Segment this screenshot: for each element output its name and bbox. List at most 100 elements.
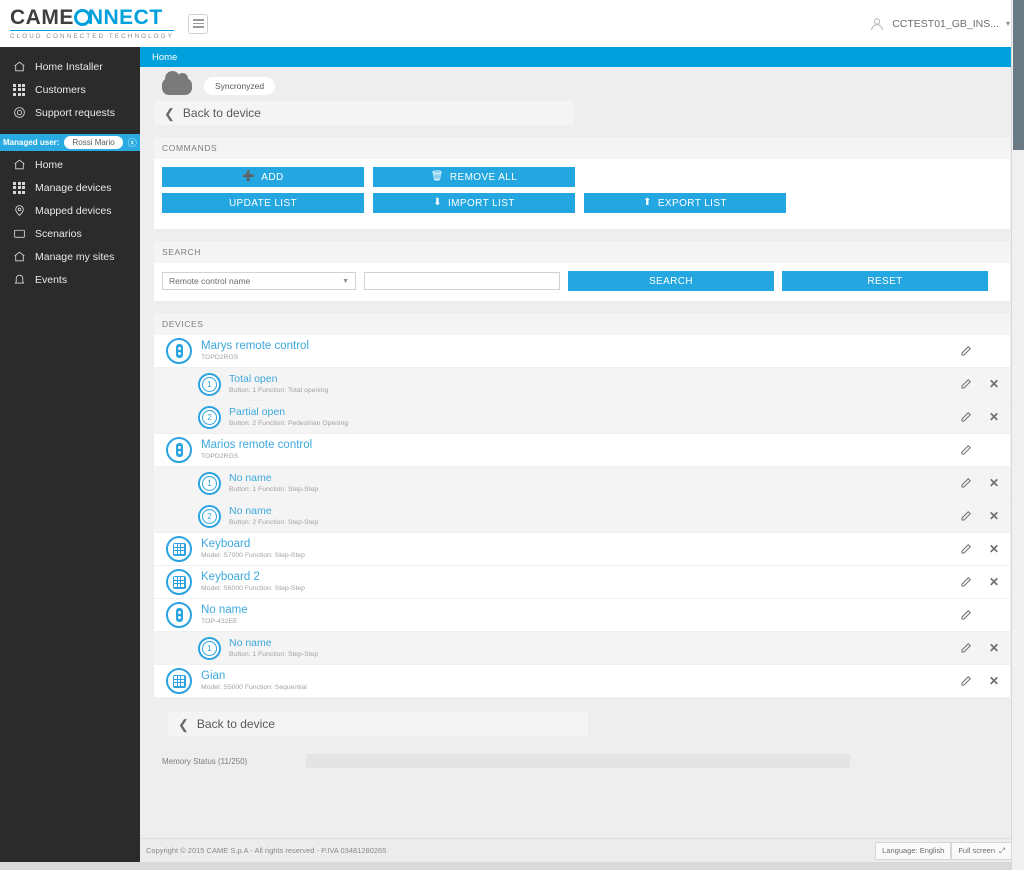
pencil-icon[interactable]	[960, 345, 972, 357]
pencil-icon[interactable]	[960, 642, 972, 654]
device-row[interactable]: Gian Model: S5000 Function: Sequential ✕	[154, 665, 1010, 698]
body-row: Home Installer Customers Support request…	[0, 47, 1024, 862]
device-row[interactable]: Keyboard Model: S7000 Function: Step-Step…	[154, 533, 1010, 566]
sidebar-item-manage-devices[interactable]: Manage devices	[0, 176, 140, 199]
device-name[interactable]: Gian	[201, 669, 307, 683]
remove-all-button[interactable]: 🗑 REMOVE ALL	[373, 167, 575, 187]
search-panel-title: SEARCH	[154, 241, 1010, 263]
device-actions: ✕	[960, 576, 1000, 588]
brand-logo[interactable]: CAME NNECT CLOUD CONNECTED TECHNOLOGY	[0, 7, 174, 40]
status-badge: Syncronyzed	[204, 77, 276, 95]
device-name[interactable]: Keyboard	[201, 537, 305, 551]
close-x-icon[interactable]: ✕	[988, 576, 1000, 588]
add-button[interactable]: ➕ ADD	[162, 167, 364, 187]
device-row[interactable]: Marios remote control TOPD2RGS	[154, 434, 1010, 467]
export-list-button[interactable]: ⬆ EXPORT LIST	[584, 193, 786, 213]
device-child-row[interactable]: 1 No name Button: 1 Function: Step-Step ✕	[154, 632, 1010, 665]
device-child-row[interactable]: 2 Partial open Button: 2 Function: Pedestr…	[154, 401, 1010, 434]
remove-all-button-label: REMOVE ALL	[449, 171, 518, 183]
sidebar-item-home-installer[interactable]: Home Installer	[0, 55, 140, 78]
language-button[interactable]: Language: English	[875, 841, 952, 860]
device-actions: ✕	[960, 543, 1000, 555]
back-to-device-button-top[interactable]: ❮ Back to device	[154, 101, 574, 125]
device-name[interactable]: No name	[229, 504, 318, 518]
pencil-icon[interactable]	[960, 609, 972, 621]
pencil-icon[interactable]	[960, 378, 972, 390]
search-input[interactable]	[364, 272, 560, 290]
device-name[interactable]: Marys remote control	[201, 339, 309, 353]
close-x-icon[interactable]: ✕	[988, 642, 1000, 654]
device-row[interactable]: Marys remote control TOPD2RGS	[154, 335, 1010, 368]
bell-icon	[12, 273, 26, 287]
device-name[interactable]: Marios remote control	[201, 438, 312, 452]
device-name[interactable]: Partial open	[229, 405, 348, 419]
sidebar-item-mapped-devices[interactable]: Mapped devices	[0, 199, 140, 222]
pencil-icon[interactable]	[960, 444, 972, 456]
search-filter-select[interactable]: Remote control name ▼	[162, 272, 356, 290]
sidebar-item-manage-my-sites[interactable]: Manage my sites	[0, 245, 140, 268]
sidebar-item-support-requests[interactable]: Support requests	[0, 101, 140, 124]
reset-button[interactable]: RESET	[782, 271, 988, 291]
device-row[interactable]: No name TOP-432EE	[154, 599, 1010, 632]
pencil-icon[interactable]	[960, 477, 972, 489]
pencil-icon[interactable]	[960, 675, 972, 687]
pencil-icon[interactable]	[960, 543, 972, 555]
search-row: Remote control name ▼ SEARCH RESET	[162, 271, 1002, 291]
device-child-row[interactable]: 1 No name Button: 1 Function: Step-Step ✕	[154, 467, 1010, 500]
sidebar-item-home[interactable]: Home	[0, 153, 140, 176]
user-menu[interactable]: CCTEST01_GB_INS... ▾	[869, 16, 1024, 32]
devices-panel: DEVICES Marys remote control TOPD2RGS 1 Tot…	[154, 313, 1010, 698]
close-x-icon[interactable]: ✕	[988, 543, 1000, 555]
sidebar-item-events[interactable]: Events	[0, 268, 140, 291]
home-icon	[12, 250, 26, 264]
update-list-button[interactable]: UPDATE LIST	[162, 193, 364, 213]
pencil-icon[interactable]	[960, 510, 972, 522]
import-list-button[interactable]: ⬇ IMPORT LIST	[373, 193, 575, 213]
device-child-row[interactable]: 1 Total open Button: 1 Function: Total ope…	[154, 368, 1010, 401]
export-list-button-label: EXPORT LIST	[657, 197, 727, 209]
device-subtitle: Button: 1 Function: Total opening	[229, 387, 329, 394]
device-actions: ✕	[960, 378, 1000, 390]
search-button[interactable]: SEARCH	[568, 271, 774, 291]
back-to-device-button-bottom[interactable]: ❮ Back to device	[168, 712, 588, 736]
hamburger-icon[interactable]	[188, 13, 208, 34]
device-child-row[interactable]: 2 No name Button: 2 Function: Step-Step ✕	[154, 500, 1010, 533]
commands-row-1: ➕ ADD 🗑 REMOVE ALL	[162, 167, 1002, 187]
device-name[interactable]: Total open	[229, 372, 328, 386]
search-panel-body: Remote control name ▼ SEARCH RESET	[154, 263, 1010, 301]
sidebar-item-customers[interactable]: Customers	[0, 78, 140, 101]
device-name[interactable]: Keyboard 2	[201, 570, 305, 584]
button-1-icon: 1	[198, 372, 221, 396]
device-name[interactable]: No name	[229, 471, 318, 485]
breadcrumb-label: Home	[152, 51, 178, 63]
chevron-down-icon[interactable]: ▾	[1006, 19, 1010, 28]
search-panel: SEARCH Remote control name ▼ SEARCH RESE…	[154, 241, 1010, 301]
sidebar-item-scenarios[interactable]: Scenarios	[0, 222, 140, 245]
close-x-icon[interactable]: ✕	[988, 411, 1000, 423]
pencil-icon[interactable]	[960, 576, 972, 588]
device-subtitle: Button: 1 Function: Step-Step	[229, 486, 319, 493]
close-x-icon[interactable]: ✕	[988, 477, 1000, 489]
device-text: No name Button: 1 Function: Step-Step	[229, 471, 318, 495]
close-x-icon[interactable]: ✕	[988, 510, 1000, 522]
pencil-icon[interactable]	[960, 411, 972, 423]
button-1-icon: 1	[198, 636, 221, 660]
brand-rule	[10, 30, 174, 31]
search-button-label: SEARCH	[648, 275, 694, 287]
sidebar-item-label: Customers	[35, 83, 86, 96]
close-circle-icon[interactable]: ⓧ	[128, 136, 137, 149]
browser-scrollbar-thumb[interactable]	[1013, 0, 1024, 150]
device-row[interactable]: Keyboard 2 Model: S6000 Function: Step-St…	[154, 566, 1010, 599]
expand-icon: ⤢	[999, 845, 1005, 855]
arrow-up-icon: ⬆	[643, 197, 652, 208]
device-text: No name Button: 2 Function: Step-Step	[229, 504, 318, 528]
device-name[interactable]: No name	[229, 636, 318, 650]
close-x-icon[interactable]: ✕	[988, 675, 1000, 687]
fullscreen-button[interactable]: Full screen ⤢	[951, 841, 1012, 860]
browser-scrollbar[interactable]	[1011, 0, 1024, 870]
breadcrumb[interactable]: Home	[140, 47, 1024, 67]
close-x-icon[interactable]: ✕	[988, 378, 1000, 390]
managed-user-chip[interactable]: Rossi Mario	[64, 136, 123, 149]
device-name[interactable]: No name	[201, 603, 248, 617]
devices-list: Marys remote control TOPD2RGS 1 Total open B…	[154, 335, 1010, 698]
